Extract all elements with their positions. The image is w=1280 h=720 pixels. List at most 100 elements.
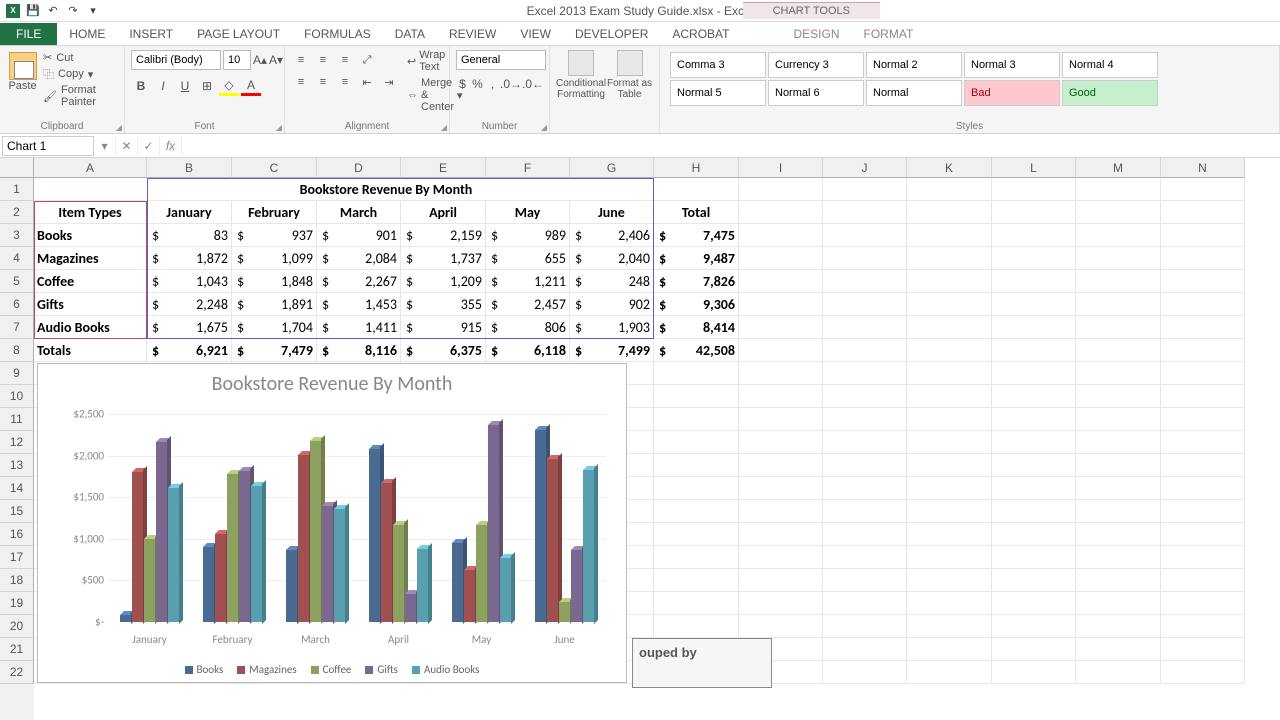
cell[interactable] [992, 316, 1076, 339]
cell[interactable] [739, 178, 823, 201]
align-middle-icon[interactable]: ≡ [313, 50, 333, 70]
bar[interactable] [369, 449, 380, 622]
bar[interactable] [298, 455, 309, 622]
tab-design[interactable]: DESIGN [781, 23, 851, 45]
column-header[interactable]: K [907, 158, 992, 178]
bar[interactable] [488, 425, 499, 622]
cell[interactable]: $1,099 [232, 247, 317, 270]
cell-style-normal-5[interactable]: Normal 5 [670, 80, 766, 106]
column-header[interactable]: G [570, 158, 654, 178]
cell[interactable]: $7,499 [570, 339, 654, 362]
cell[interactable] [907, 638, 992, 661]
cell[interactable]: Total [654, 201, 739, 224]
dialog-launcher-icon[interactable]: ◢ [441, 123, 447, 132]
cell[interactable] [1161, 408, 1245, 431]
italic-button[interactable]: I [153, 76, 173, 96]
cell[interactable] [823, 362, 907, 385]
cell[interactable]: $1,209 [401, 270, 486, 293]
tab-data[interactable]: DATA [383, 23, 437, 45]
cell[interactable] [992, 224, 1076, 247]
cell[interactable]: $2,248 [147, 293, 232, 316]
cell[interactable] [1161, 201, 1245, 224]
cell[interactable] [1076, 224, 1161, 247]
column-header[interactable]: F [486, 158, 570, 178]
cell[interactable] [992, 408, 1076, 431]
bar-group[interactable] [274, 414, 357, 622]
underline-button[interactable]: U [175, 76, 195, 96]
formula-input[interactable] [182, 136, 1280, 156]
cell[interactable] [739, 385, 823, 408]
cell[interactable] [823, 224, 907, 247]
chart-title[interactable]: Bookstore Revenue By Month [38, 364, 626, 404]
cell[interactable] [907, 454, 992, 477]
column-header[interactable]: J [823, 158, 907, 178]
cell[interactable] [992, 431, 1076, 454]
cell[interactable] [1161, 362, 1245, 385]
align-center-icon[interactable]: ≡ [313, 72, 333, 92]
orientation-icon[interactable]: ⤢ [357, 50, 377, 70]
cell[interactable]: $902 [570, 293, 654, 316]
cell[interactable]: June [570, 201, 654, 224]
cell[interactable] [823, 638, 907, 661]
cell[interactable]: $1,872 [147, 247, 232, 270]
cell[interactable] [1076, 339, 1161, 362]
cell[interactable] [739, 293, 823, 316]
cell[interactable] [1161, 615, 1245, 638]
cell[interactable] [1161, 270, 1245, 293]
row-header[interactable]: 18 [0, 569, 34, 592]
cell[interactable] [1076, 661, 1161, 684]
cell[interactable] [907, 592, 992, 615]
row-header[interactable]: 5 [0, 270, 34, 293]
row-header[interactable]: 2 [0, 201, 34, 224]
cell[interactable] [1076, 454, 1161, 477]
column-header[interactable]: H [654, 158, 739, 178]
cell[interactable] [907, 224, 992, 247]
fx-icon[interactable]: fx [160, 136, 182, 156]
cell[interactable] [1161, 592, 1245, 615]
cell[interactable] [823, 661, 907, 684]
dialog-launcher-icon[interactable]: ◢ [276, 123, 282, 132]
cell[interactable] [907, 477, 992, 500]
cell[interactable] [823, 247, 907, 270]
cell[interactable] [1076, 385, 1161, 408]
bar[interactable] [168, 488, 179, 622]
row-header[interactable]: 14 [0, 477, 34, 500]
select-all-corner[interactable] [0, 158, 34, 178]
bar[interactable] [452, 543, 463, 622]
cell[interactable] [1161, 224, 1245, 247]
legend-item[interactable]: Magazines [237, 663, 296, 676]
cell[interactable]: Coffee [34, 270, 147, 293]
cell-style-normal-2[interactable]: Normal 2 [866, 52, 962, 78]
cell[interactable] [907, 247, 992, 270]
indent-increase-icon[interactable]: ⇥ [379, 72, 399, 92]
cell[interactable] [992, 293, 1076, 316]
cell[interactable] [907, 270, 992, 293]
cell[interactable] [1161, 316, 1245, 339]
cell[interactable]: $2,084 [317, 247, 401, 270]
cell[interactable] [739, 477, 823, 500]
cell[interactable]: $6,375 [401, 339, 486, 362]
row-header[interactable]: 13 [0, 454, 34, 477]
bar[interactable] [132, 472, 143, 622]
cell[interactable]: $915 [401, 316, 486, 339]
row-header[interactable]: 20 [0, 615, 34, 638]
shrink-font-icon[interactable]: A▾ [269, 50, 283, 70]
row-header[interactable]: 15 [0, 500, 34, 523]
row-header[interactable]: 22 [0, 661, 34, 684]
cell[interactable] [1076, 178, 1161, 201]
bar[interactable] [405, 594, 416, 622]
row-header[interactable]: 3 [0, 224, 34, 247]
column-header[interactable]: I [739, 158, 823, 178]
row-header[interactable]: 21 [0, 638, 34, 661]
cell[interactable]: $355 [401, 293, 486, 316]
cell[interactable] [654, 454, 739, 477]
cell[interactable] [823, 500, 907, 523]
cell-style-good[interactable]: Good [1062, 80, 1158, 106]
cell[interactable]: $937 [232, 224, 317, 247]
increase-decimal-icon[interactable]: .0→ [501, 74, 521, 94]
bar[interactable] [381, 483, 392, 622]
cell[interactable] [992, 270, 1076, 293]
cell[interactable] [1076, 293, 1161, 316]
cell[interactable] [823, 592, 907, 615]
cell[interactable] [823, 454, 907, 477]
